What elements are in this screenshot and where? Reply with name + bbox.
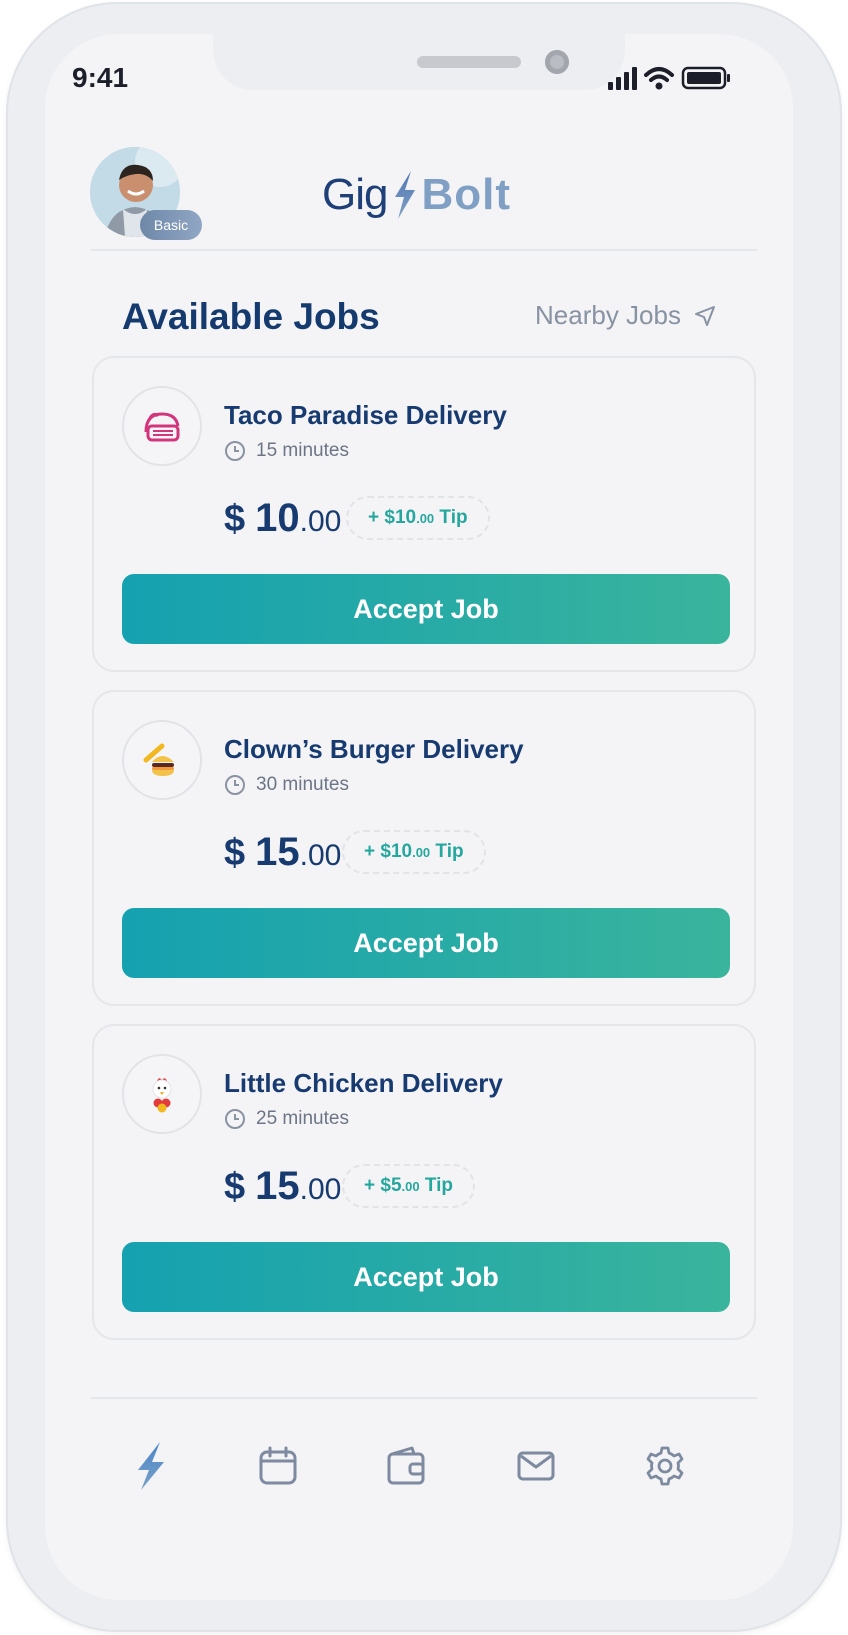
membership-badge: Basic <box>140 210 202 240</box>
accept-job-button[interactable]: Accept Job <box>122 574 730 644</box>
nearby-jobs-link[interactable]: Nearby Jobs <box>535 300 717 331</box>
clock-icon <box>225 441 245 461</box>
tip-amount: + $5 <box>364 1175 402 1196</box>
tip-badge: + $10 .00 Tip <box>342 830 486 874</box>
tip-amount: + $10 <box>364 841 413 862</box>
price-main: 10 <box>255 496 300 540</box>
speaker <box>417 56 521 68</box>
price-decimal: .00 <box>299 1173 342 1206</box>
tip-badge: + $10 .00 Tip <box>346 496 490 540</box>
mail-icon <box>517 1451 555 1481</box>
job-duration-text: 30 minutes <box>256 774 349 795</box>
price-main: 15 <box>255 830 300 874</box>
job-card: Taco Paradise Delivery 15 minutes $ 10 .… <box>92 356 756 672</box>
tip-label: Tip <box>434 507 468 528</box>
job-title: Clown’s Burger Delivery <box>224 734 524 764</box>
tip-decimal: .00 <box>401 1178 420 1194</box>
bolt-icon <box>138 1442 164 1490</box>
nav-item-schedule[interactable] <box>248 1436 308 1496</box>
tip-decimal: .00 <box>416 510 435 526</box>
bottom-navigation <box>0 1436 848 1496</box>
job-price: $ 10 .00 <box>224 496 341 541</box>
job-title: Little Chicken Delivery <box>224 1068 503 1098</box>
restaurant-logo <box>122 1054 202 1134</box>
nav-item-messages[interactable] <box>506 1436 566 1496</box>
chicken-icon <box>152 1078 172 1113</box>
tip-badge: + $5 .00 Tip <box>342 1164 476 1208</box>
bolt-logo-icon <box>395 171 416 219</box>
signal-icon <box>608 66 730 90</box>
tip-decimal: .00 <box>412 844 431 860</box>
nav-divider <box>91 1397 757 1399</box>
price-decimal: .00 <box>299 505 342 538</box>
job-duration: 15 minutes <box>224 440 349 462</box>
front-camera <box>545 50 569 74</box>
battery-icon <box>681 66 730 90</box>
price-main: 15 <box>255 1164 300 1208</box>
nearby-jobs-label: Nearby Jobs <box>535 300 681 330</box>
price-currency: $ <box>224 832 246 874</box>
tip-label: Tip <box>419 1175 454 1196</box>
gear-icon <box>646 1446 684 1486</box>
tip-label: Tip <box>430 841 464 862</box>
burger-icon <box>143 743 174 776</box>
tip-amount: + $10 <box>368 507 417 528</box>
status-time: 9:41 <box>72 62 129 93</box>
job-price: $ 15 .00 <box>224 1164 341 1209</box>
wifi-icon <box>644 67 674 90</box>
taco-icon <box>144 412 180 442</box>
job-duration-text: 25 minutes <box>256 1108 349 1129</box>
header-divider <box>91 249 757 251</box>
navigation-arrow-icon <box>694 305 715 326</box>
job-card: Clown’s Burger Delivery 30 minutes $ 15 … <box>92 690 756 1006</box>
nav-item-jobs[interactable] <box>120 1436 180 1496</box>
restaurant-logo <box>122 386 202 466</box>
job-duration: 30 minutes <box>224 774 349 796</box>
accept-job-button[interactable]: Accept Job <box>122 1242 730 1312</box>
brand-logo: Gig Bolt <box>322 167 511 223</box>
brand-name-part2: Bolt <box>421 170 512 219</box>
job-price: $ 15 .00 <box>224 830 341 875</box>
job-duration-text: 15 minutes <box>256 440 349 461</box>
accept-job-button[interactable]: Accept Job <box>122 908 730 978</box>
wallet-icon <box>387 1446 425 1485</box>
nav-item-wallet[interactable] <box>376 1436 436 1496</box>
job-card: Little Chicken Delivery 25 minutes $ 15 … <box>92 1024 756 1340</box>
price-currency: $ <box>224 1166 246 1208</box>
job-duration: 25 minutes <box>224 1108 349 1130</box>
price-decimal: .00 <box>299 839 342 872</box>
clock-icon <box>225 775 245 795</box>
restaurant-logo <box>122 720 202 800</box>
calendar-icon <box>259 1446 297 1485</box>
nav-item-settings[interactable] <box>635 1436 695 1496</box>
status-icons <box>608 64 748 92</box>
clock-icon <box>225 1109 245 1129</box>
job-title: Taco Paradise Delivery <box>224 400 507 430</box>
page-title: Available Jobs <box>122 296 380 337</box>
price-currency: $ <box>224 498 246 540</box>
brand-name-part1: Gig <box>322 170 388 219</box>
